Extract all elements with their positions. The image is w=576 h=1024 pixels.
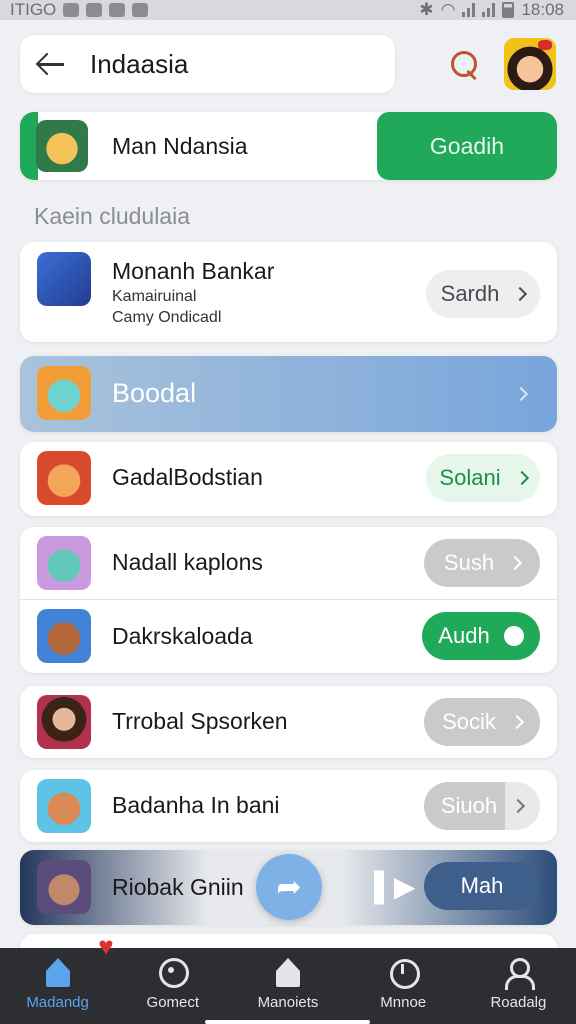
play-pause-icon[interactable]: ▌▶ (374, 872, 415, 902)
sync-icon (132, 3, 149, 17)
signal-icon (462, 3, 476, 17)
clock-time: 18:08 (521, 0, 564, 19)
list-item[interactable]: Trrobal Spsorken Socik (20, 686, 557, 758)
app-icon (37, 252, 91, 306)
list-item-title: Boodal (112, 378, 197, 408)
nav-item-store[interactable]: Manoiets (230, 948, 345, 1024)
mini-player[interactable]: Riobak Gniin ➦ ▌▶ Mah (20, 850, 557, 925)
row-action-label: Sardh (440, 281, 500, 306)
list-item[interactable]: Monanh Bankar Kamairuinal Camy Ondicadl … (20, 242, 557, 342)
search-bar[interactable]: Indaasia (20, 35, 395, 93)
chevron-right-icon[interactable] (513, 386, 529, 402)
list-item-subtitle-2: Camy Ondicadl (112, 309, 222, 326)
list-item-title: Nadall kaplons (112, 549, 263, 575)
player-action-button[interactable]: Mah (424, 862, 540, 910)
signal-icon-2 (482, 3, 496, 17)
chevron-right-icon (513, 286, 528, 302)
avatar[interactable] (504, 38, 556, 90)
mail-icon (86, 3, 103, 17)
chevron-right-icon (511, 798, 526, 814)
list-item-subtitle: Kamairuinal (112, 288, 197, 305)
app-icon (37, 536, 91, 590)
nav-item-label: Madandg (26, 994, 89, 1011)
nav-item-games[interactable]: Gomect (115, 948, 230, 1024)
player-action-label: Mah (460, 873, 504, 898)
games-icon (157, 958, 189, 988)
share-icon[interactable]: ➦ (256, 854, 322, 920)
status-bar: ITIGO ✱ ◠ 18:08 (0, 0, 576, 20)
search-input[interactable]: Indaasia (90, 49, 188, 80)
wifi-icon: ◠ (440, 0, 456, 19)
player-title: Riobak Gniin (112, 874, 244, 900)
row-action-label: Solani (439, 465, 501, 490)
list-item-title: Badanha In bani (112, 792, 280, 818)
app-icon (37, 366, 91, 420)
edit-icon (109, 3, 126, 17)
row-action-button[interactable]: Solani (426, 454, 540, 502)
nav-item-label: Gomect (146, 994, 200, 1011)
chevron-right-icon (509, 714, 524, 730)
nav-item-history[interactable]: Mnnoe (346, 948, 461, 1024)
clock-icon (387, 958, 421, 989)
nav-item-profile[interactable]: Roadalg (461, 948, 576, 1024)
row-action-label: Socik (442, 709, 496, 734)
search-icon[interactable] (448, 49, 482, 83)
app-icon (37, 860, 91, 914)
bluetooth-icon: ✱ (419, 0, 434, 19)
row-toggle[interactable]: Audh (422, 612, 540, 660)
row-action-label: Sush (443, 550, 495, 575)
back-arrow-icon[interactable] (36, 49, 66, 79)
chevron-right-icon (508, 555, 523, 571)
app-icon (37, 609, 91, 663)
divider (20, 599, 557, 600)
row-action-button[interactable]: Socik (424, 698, 540, 746)
nav-item-label: Mnnoe (380, 994, 427, 1011)
list-item-highlighted[interactable]: Boodal (20, 356, 557, 432)
toggle-knob (503, 626, 524, 646)
bottom-nav: Madandg Gomect Manoiets Mnnoe Roadalg (0, 948, 576, 1024)
promo-title: Man Ndansia (112, 133, 248, 159)
list-item-title: Dakrskaloada (112, 623, 253, 649)
list-item-title: Trrobal Spsorken (112, 708, 288, 734)
carrier-text: ITIGO (10, 0, 57, 19)
store-icon (272, 958, 304, 988)
row-action-button[interactable]: Sardh (426, 270, 540, 318)
section-heading: Kaein cludulaia (34, 203, 191, 229)
list-item-title: Monanh Bankar (112, 258, 275, 284)
list-group: Nadall kaplons Sush Dakrskaloada Audh (20, 527, 557, 673)
row-action-button[interactable]: Siuoh (424, 782, 540, 830)
heart-icon: ♥ (98, 931, 114, 961)
list-item[interactable]: GadalBodstian Solani (20, 442, 557, 516)
promo-button[interactable]: Goadih (377, 112, 557, 180)
row-toggle-label: Audh (438, 623, 490, 648)
app-icon (37, 695, 91, 749)
chevron-right-icon (514, 470, 529, 486)
person-icon (502, 958, 536, 990)
list-item[interactable]: Badanha In bani Siuoh (20, 770, 557, 842)
app-icon (37, 451, 91, 505)
list-item-title: GadalBodstian (112, 464, 263, 490)
battery-icon (502, 2, 515, 18)
home-icon (42, 958, 74, 988)
app-icon (36, 120, 88, 172)
notification-icon (63, 3, 80, 17)
promo-button-label: Goadih (429, 132, 505, 159)
app-icon (37, 779, 91, 833)
status-left: ITIGO (10, 0, 149, 20)
row-action-label: Siuoh (440, 793, 498, 818)
nav-item-label: Roadalg (490, 994, 547, 1011)
nav-item-label: Manoiets (257, 994, 319, 1011)
status-right: ✱ ◠ 18:08 (419, 0, 564, 20)
row-action-button[interactable]: Sush (424, 539, 540, 587)
promo-card[interactable]: Man Ndansia Goadih (20, 112, 557, 180)
home-indicator (205, 1020, 370, 1024)
